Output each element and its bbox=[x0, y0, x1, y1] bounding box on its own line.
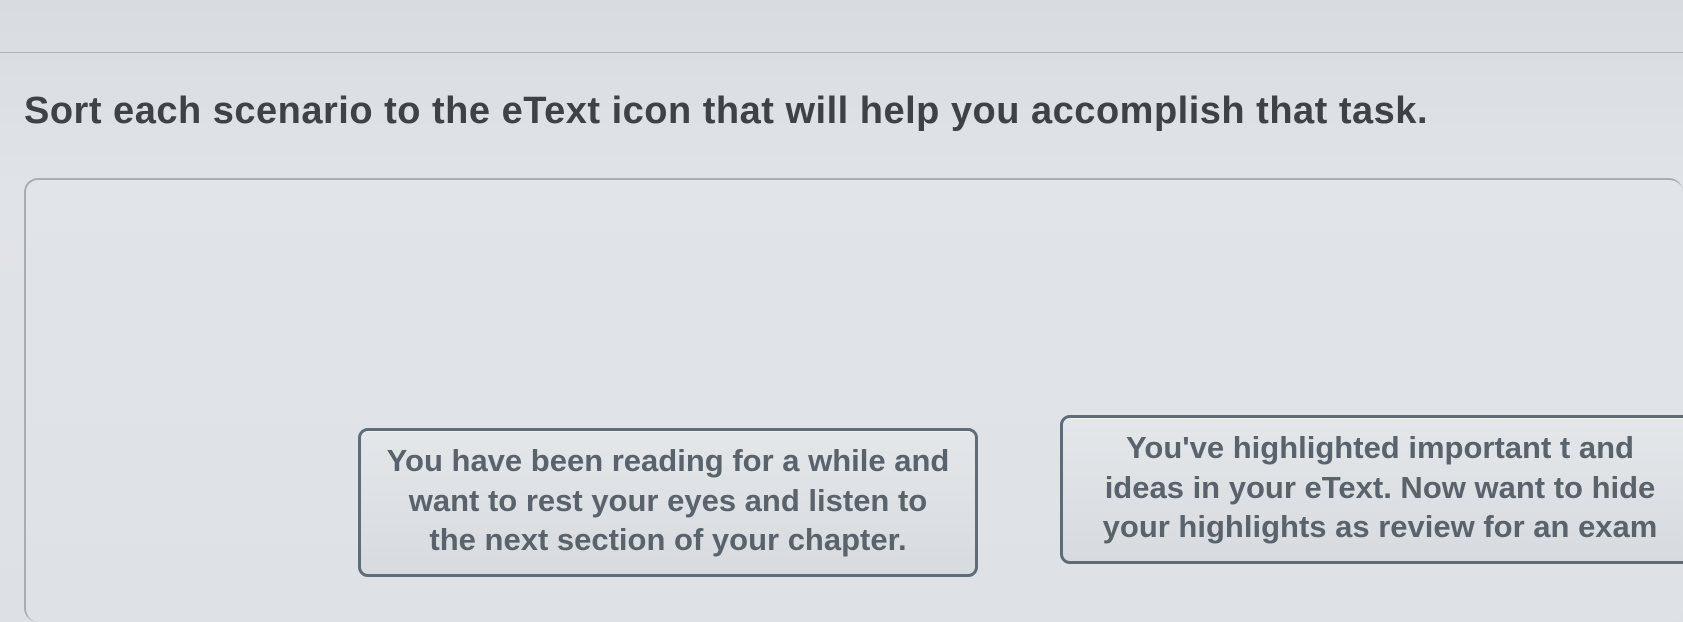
top-divider bbox=[0, 52, 1683, 53]
scenario-card-highlights[interactable]: You've highlighted important t and ideas… bbox=[1060, 415, 1683, 564]
scenario-card-audio[interactable]: You have been reading for a while and wa… bbox=[358, 428, 978, 577]
instruction-text: Sort each scenario to the eText icon tha… bbox=[24, 90, 1428, 133]
scenario-card-text: You've highlighted important t and ideas… bbox=[1103, 430, 1658, 544]
scenario-card-text: You have been reading for a while and wa… bbox=[387, 443, 950, 557]
